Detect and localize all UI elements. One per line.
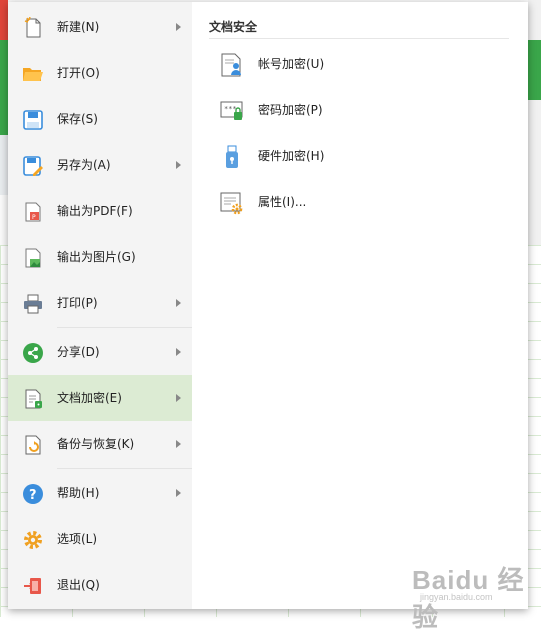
submenu-item-label: 帐号加密(U) (258, 57, 325, 71)
menu-item-export-pdf[interactable]: P 输出为PDF(F) (8, 188, 192, 234)
menu-item-exit[interactable]: 退出(Q) (8, 562, 192, 608)
menu-item-new[interactable]: 新建(N) (8, 4, 192, 50)
submenu-divider (209, 38, 509, 39)
password-encrypt-icon: *** (219, 98, 245, 124)
file-menu-left-column: 新建(N) 打开(O) 保存(S) 另存为(A) P 输出为PDF(F) 输出为… (8, 2, 192, 609)
menu-item-print[interactable]: 打印(P) (8, 280, 192, 326)
file-menu-panel: 新建(N) 打开(O) 保存(S) 另存为(A) P 输出为PDF(F) 输出为… (8, 2, 528, 609)
svg-text:***: *** (224, 105, 237, 113)
submenu-arrow-icon (176, 394, 181, 402)
menu-item-backup-restore[interactable]: 备份与恢复(K) (8, 421, 192, 467)
image-export-icon (22, 247, 44, 269)
menu-item-label: 文档加密(E) (57, 391, 122, 405)
new-file-icon (22, 16, 44, 39)
properties-icon (219, 190, 245, 216)
open-folder-icon (22, 63, 44, 85)
submenu-arrow-icon (176, 348, 181, 356)
baidu-watermark-url: jingyan.baidu.com (420, 592, 493, 602)
menu-item-label: 新建(N) (57, 20, 100, 34)
submenu-title: 文档安全 (209, 20, 258, 34)
menu-item-document-encrypt[interactable]: 文档加密(E) (8, 375, 192, 421)
help-icon: ? (22, 483, 44, 505)
menu-item-label: 保存(S) (57, 112, 98, 126)
menu-item-save-as[interactable]: 另存为(A) (8, 142, 192, 188)
submenu-arrow-icon (176, 299, 181, 307)
submenu-item-label: 属性(I)... (258, 195, 307, 209)
menu-item-export-image[interactable]: 输出为图片(G) (8, 234, 192, 280)
submenu-item-properties[interactable]: 属性(I)... (219, 182, 499, 222)
save-as-icon (22, 155, 44, 177)
printer-icon (22, 293, 44, 315)
menu-separator (57, 327, 192, 328)
menu-item-label: 打开(O) (57, 66, 100, 80)
menu-item-label: 分享(D) (57, 345, 100, 359)
document-lock-icon (22, 388, 44, 410)
svg-text:?: ? (29, 488, 37, 503)
usb-key-icon (219, 144, 245, 170)
gear-icon (22, 529, 44, 551)
submenu-item-password-encrypt[interactable]: *** 密码加密(P) (219, 90, 499, 130)
menu-item-help[interactable]: ? 帮助(H) (8, 470, 192, 516)
save-icon (22, 109, 44, 131)
exit-icon (22, 575, 44, 597)
menu-item-options[interactable]: 选项(L) (8, 516, 192, 562)
backup-restore-icon (22, 434, 44, 456)
menu-item-label: 输出为PDF(F) (57, 204, 133, 218)
menu-item-label: 打印(P) (57, 296, 98, 310)
submenu-arrow-icon (176, 23, 181, 31)
menu-item-label: 退出(Q) (57, 578, 100, 592)
menu-item-share[interactable]: 分享(D) (8, 329, 192, 375)
menu-item-label: 选项(L) (57, 532, 98, 546)
menu-item-save[interactable]: 保存(S) (8, 96, 192, 142)
background-right-strip (528, 0, 541, 245)
submenu-item-label: 密码加密(P) (258, 103, 323, 117)
submenu-item-hardware-encrypt[interactable]: 硬件加密(H) (219, 136, 499, 176)
submenu-arrow-icon (176, 489, 181, 497)
menu-item-label: 备份与恢复(K) (57, 437, 135, 451)
submenu-item-account-encrypt[interactable]: 帐号加密(U) (219, 44, 499, 84)
menu-item-open[interactable]: 打开(O) (8, 50, 192, 96)
submenu-item-label: 硬件加密(H) (258, 149, 325, 163)
menu-item-label: 另存为(A) (57, 158, 111, 172)
account-encrypt-icon (219, 52, 245, 78)
submenu-arrow-icon (176, 161, 181, 169)
menu-separator (57, 468, 192, 469)
menu-item-label: 帮助(H) (57, 486, 100, 500)
menu-item-label: 输出为图片(G) (57, 250, 136, 264)
submenu-arrow-icon (176, 440, 181, 448)
document-security-submenu: 文档安全 帐号加密(U) *** 密码加密(P) 硬件加密(H) 属性(I)..… (192, 2, 528, 609)
pdf-export-icon: P (22, 201, 44, 223)
svg-text:P: P (32, 214, 36, 221)
share-icon (22, 342, 44, 364)
